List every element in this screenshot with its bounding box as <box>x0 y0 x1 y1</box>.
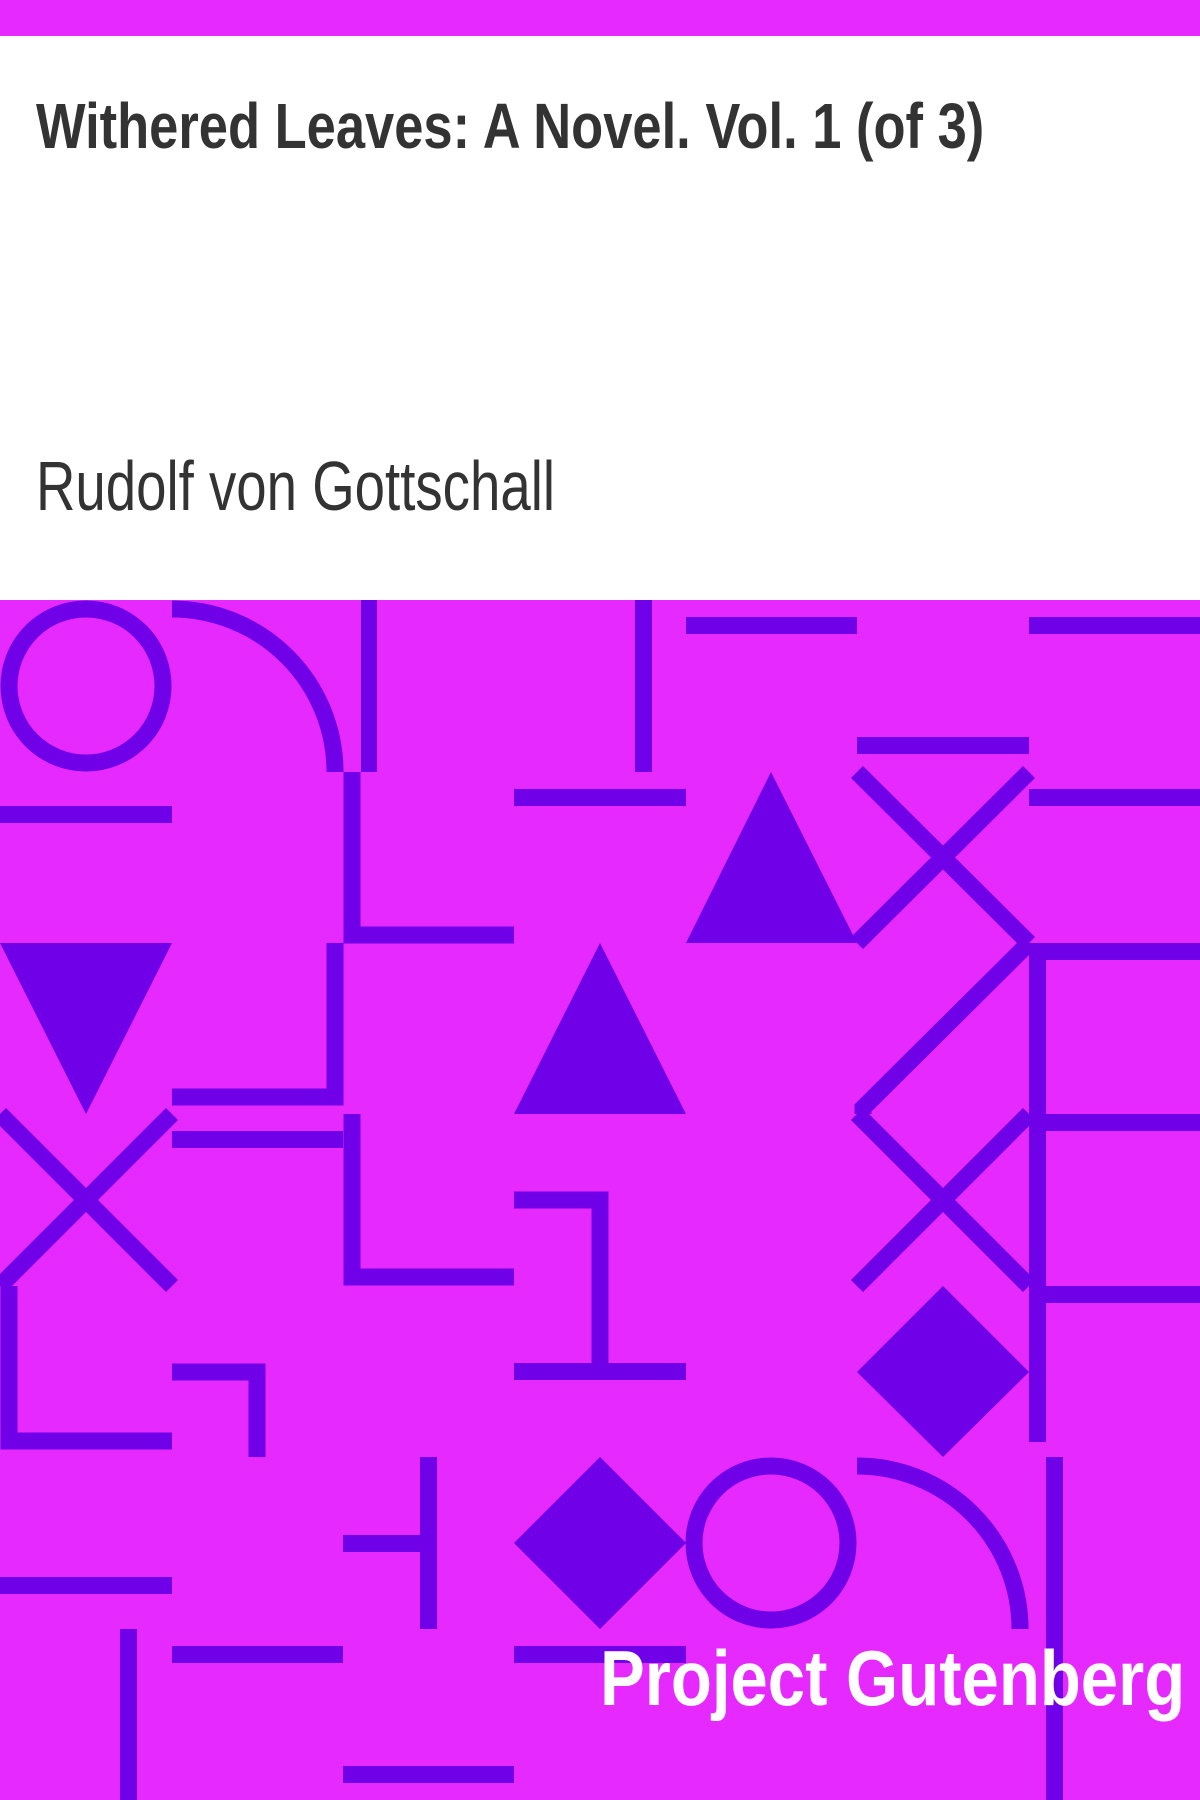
bar-shape <box>172 1646 343 1663</box>
bar-shape <box>514 789 686 806</box>
bar-shape <box>1029 617 1200 634</box>
bar-shape <box>1029 1114 1200 1131</box>
bar-shape <box>514 1363 686 1380</box>
bar-shape <box>0 1577 172 1594</box>
bar-shape <box>857 737 1029 754</box>
bar-shape <box>343 1766 514 1783</box>
bar-shape <box>1029 789 1200 806</box>
bar-shape <box>635 600 652 772</box>
bar-shape <box>172 1131 343 1148</box>
book-author: Rudolf von Gottschall <box>36 447 555 525</box>
top-color-band <box>0 0 1200 36</box>
bar-shape <box>420 1457 437 1629</box>
bar-shape <box>361 600 377 772</box>
bar-shape <box>1029 1286 1200 1303</box>
geometric-pattern <box>0 600 1200 1800</box>
bar-shape <box>686 617 857 634</box>
bar-shape <box>1029 951 1046 1442</box>
bar-shape <box>0 806 172 823</box>
book-title: Withered Leaves: A Novel. Vol. 1 (of 3) <box>36 90 985 162</box>
publisher-logo-text: Project Gutenberg <box>600 1634 1186 1722</box>
bar-shape <box>1029 943 1200 960</box>
bar-shape <box>343 1535 420 1552</box>
bar-shape <box>120 1629 137 1800</box>
bar-shape <box>1046 1457 1063 1629</box>
cover-pattern <box>0 600 1200 1800</box>
